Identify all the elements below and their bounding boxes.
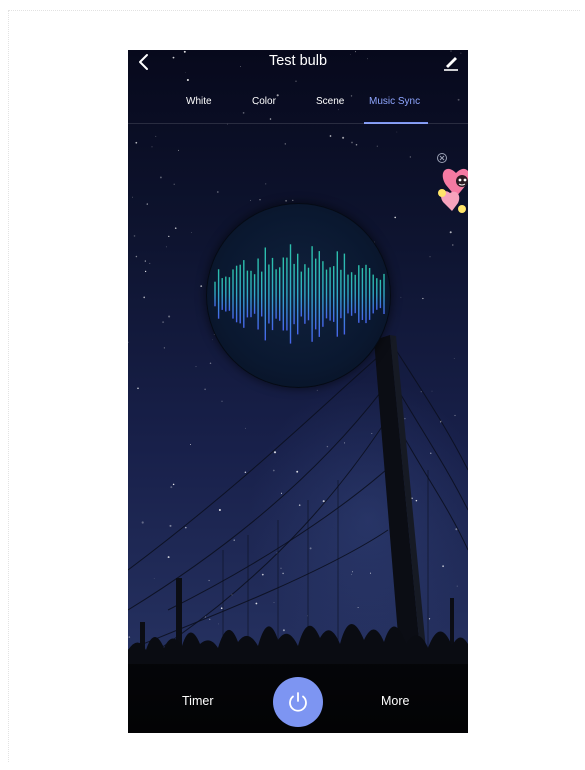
- more-button[interactable]: More: [381, 694, 409, 708]
- chevron-left-icon: [139, 54, 148, 70]
- wave-bar: [304, 264, 306, 324]
- wave-bar: [235, 265, 238, 323]
- wave-bar: [350, 272, 353, 316]
- wave-bar: [333, 266, 335, 322]
- wave-bar: [243, 260, 245, 328]
- wave-bar: [372, 274, 374, 314]
- music-visualizer: [206, 203, 391, 388]
- wave-bar: [239, 264, 241, 324]
- wave-bar: [365, 264, 367, 324]
- nav-bar: Test bulb: [128, 50, 468, 74]
- wave-bar: [354, 274, 356, 314]
- wave-bar: [286, 257, 288, 331]
- wave-bar: [250, 270, 252, 318]
- tabs-divider: [128, 123, 468, 124]
- tab-scene[interactable]: Scene: [316, 96, 344, 107]
- wave-bar: [228, 277, 231, 311]
- wave-bar: [383, 273, 385, 314]
- wave-bar: [217, 269, 220, 319]
- power-icon: [289, 692, 307, 712]
- wave-bar: [311, 246, 313, 342]
- wave-bar: [264, 247, 266, 341]
- wave-bar: [279, 267, 281, 321]
- wave-bar: [282, 257, 284, 331]
- wave-bar: [293, 263, 295, 325]
- tab-color[interactable]: Color: [252, 96, 276, 107]
- wave-bar: [358, 265, 360, 323]
- wave-bar: [336, 251, 338, 337]
- wave-bar: [318, 251, 320, 337]
- wave-bar: [275, 269, 277, 319]
- wave-bar: [297, 253, 299, 335]
- wave-bar: [214, 281, 216, 307]
- wave-bar: [253, 274, 256, 314]
- wave-bar: [322, 261, 324, 327]
- wave-bar: [343, 253, 346, 335]
- page-title: Test bulb: [268, 53, 328, 69]
- sound-wave-icon: [214, 244, 385, 344]
- wave-bar: [225, 276, 227, 312]
- wave-bar: [361, 268, 364, 320]
- edit-button[interactable]: [440, 52, 462, 72]
- mascot-close-button[interactable]: [436, 151, 448, 163]
- back-button[interactable]: [134, 52, 156, 72]
- wave-bar: [246, 270, 249, 318]
- power-button[interactable]: [273, 677, 323, 727]
- tab-white[interactable]: White: [186, 96, 212, 107]
- mode-tabs: White Color Scene Music Sync: [128, 89, 468, 124]
- wave-bar: [300, 271, 302, 317]
- wave-bar: [325, 269, 328, 319]
- wave-bar: [268, 264, 270, 324]
- tab-music-sync[interactable]: Music Sync: [369, 96, 420, 107]
- wave-bar: [376, 278, 378, 310]
- wave-bar: [271, 257, 274, 331]
- wave-bar: [221, 278, 223, 310]
- app-screen: Test bulb White Color Scene Music Sync T…: [128, 50, 468, 733]
- wave-bar: [307, 267, 310, 321]
- wave-bar: [340, 269, 342, 319]
- wave-bar: [257, 258, 259, 330]
- wave-bar: [315, 258, 317, 330]
- wave-bar: [289, 244, 292, 344]
- wave-bar: [347, 274, 349, 314]
- wave-bar: [329, 267, 331, 321]
- wave-bar: [368, 268, 371, 320]
- heart-mascot-icon: [438, 168, 468, 213]
- night-landscape: [128, 335, 468, 733]
- pencil-icon: [444, 57, 458, 71]
- wave-bar: [379, 279, 382, 309]
- mascot-badge[interactable]: [436, 163, 468, 221]
- timer-button[interactable]: Timer: [182, 694, 213, 708]
- wave-bar: [232, 269, 234, 319]
- wave-bar: [261, 271, 263, 317]
